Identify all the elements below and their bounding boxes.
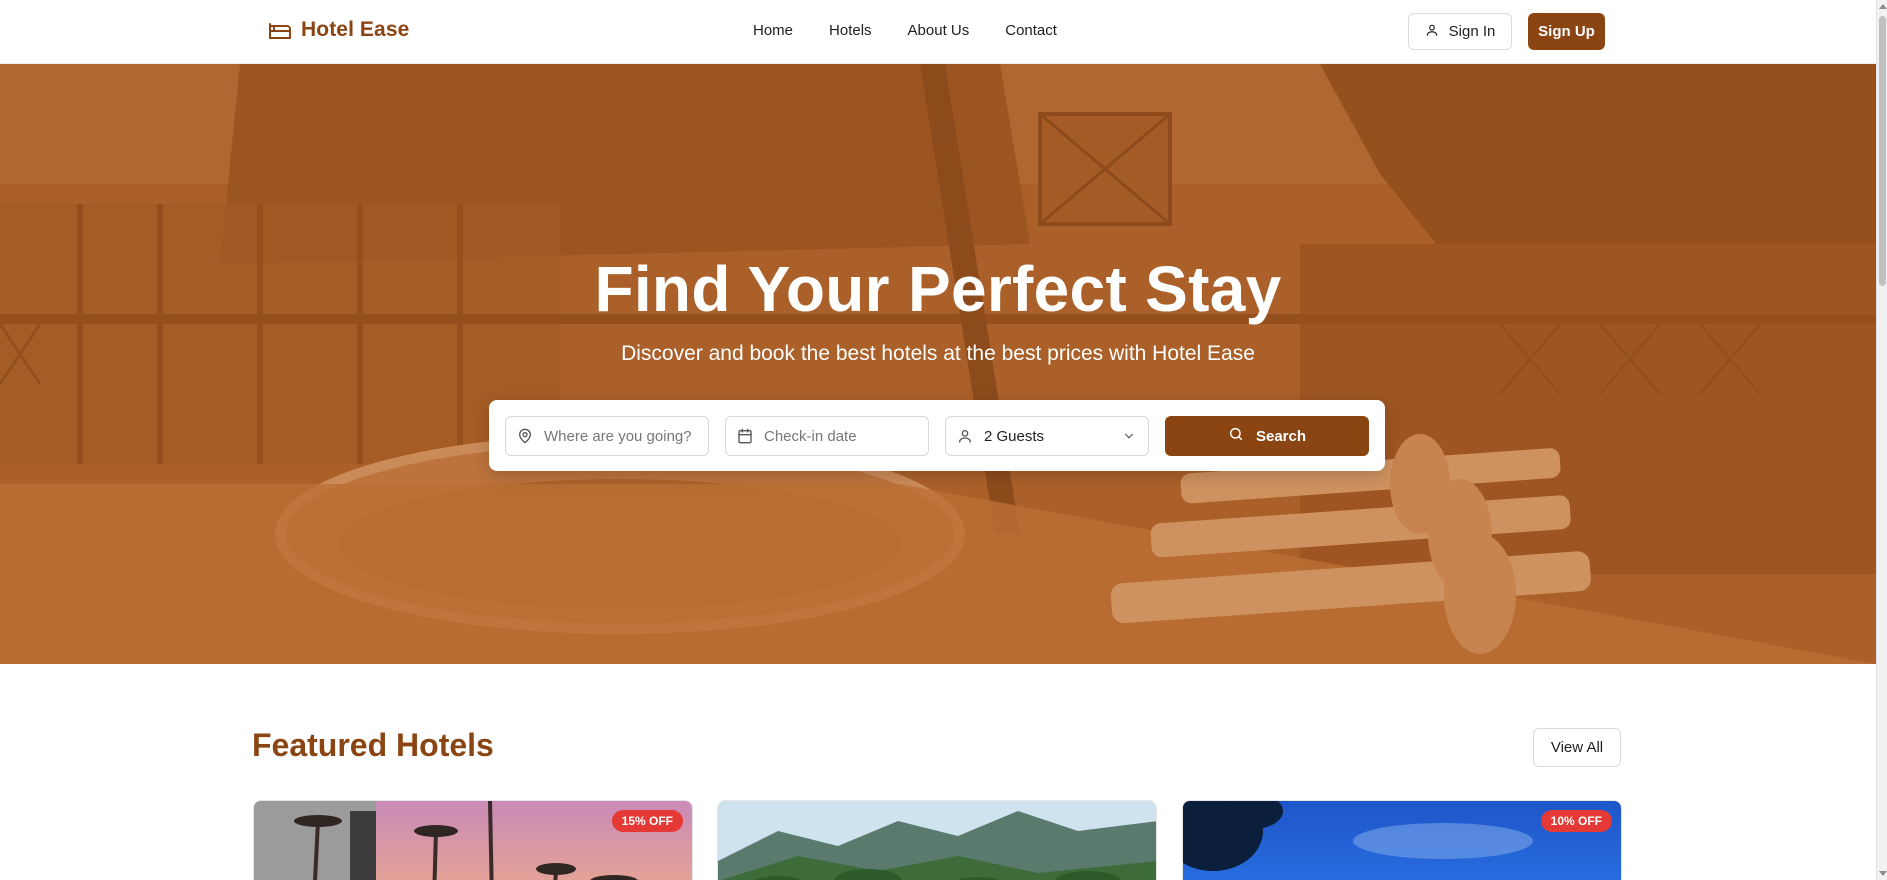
scrollbar-thumb[interactable] [1879, 16, 1886, 286]
hotel-image [718, 801, 1156, 880]
sign-in-button[interactable]: Sign In [1408, 13, 1512, 50]
nav-home[interactable]: Home [753, 22, 793, 39]
view-all-button[interactable]: View All [1533, 728, 1621, 767]
sign-in-label: Sign In [1448, 23, 1496, 40]
brand-logo[interactable]: Hotel Ease [268, 18, 409, 42]
hotel-card[interactable] [717, 800, 1157, 880]
hero-section: Find Your Perfect Stay Discover and book… [0, 64, 1876, 664]
destination-input[interactable] [544, 427, 694, 445]
checkin-input[interactable] [764, 427, 914, 445]
chevron-down-icon [1122, 429, 1136, 447]
hero-subtitle: Discover and book the best hotels at the… [621, 342, 1255, 365]
scroll-down-icon[interactable] [1879, 871, 1887, 876]
main-nav: Home Hotels About Us Contact [753, 22, 1057, 39]
map-pin-icon [506, 427, 544, 445]
featured-hotels-title: Featured Hotels [252, 727, 494, 763]
checkin-field[interactable] [725, 416, 929, 456]
site-header: Hotel Ease Home Hotels About Us Contact … [0, 0, 1876, 64]
guests-value: 2 Guests [984, 427, 1045, 445]
sign-up-button[interactable]: Sign Up [1528, 13, 1605, 50]
user-icon [946, 427, 984, 445]
search-button[interactable]: Search [1165, 416, 1369, 456]
nav-contact[interactable]: Contact [1005, 22, 1057, 39]
scroll-up-icon[interactable] [1879, 4, 1887, 9]
search-label: Search [1255, 427, 1307, 445]
hero-title: Find Your Perfect Stay [594, 253, 1282, 325]
destination-field[interactable] [505, 416, 709, 456]
brand-name: Hotel Ease [301, 18, 410, 41]
user-icon [1425, 23, 1439, 41]
hotel-card[interactable]: 15% OFF [253, 800, 693, 880]
bed-icon [268, 20, 292, 40]
guests-select[interactable]: 2 Guests [945, 416, 1149, 456]
nav-about-us[interactable]: About Us [908, 22, 970, 39]
search-icon [1228, 426, 1244, 446]
calendar-icon [726, 428, 764, 444]
discount-badge: 15% OFF [611, 810, 683, 832]
hotel-card[interactable]: 10% OFF [1182, 800, 1622, 880]
nav-hotels[interactable]: Hotels [829, 22, 872, 39]
page-scrollbar[interactable] [1876, 0, 1887, 880]
discount-badge: 10% OFF [1540, 810, 1612, 832]
search-panel: 2 Guests Search [489, 400, 1385, 471]
